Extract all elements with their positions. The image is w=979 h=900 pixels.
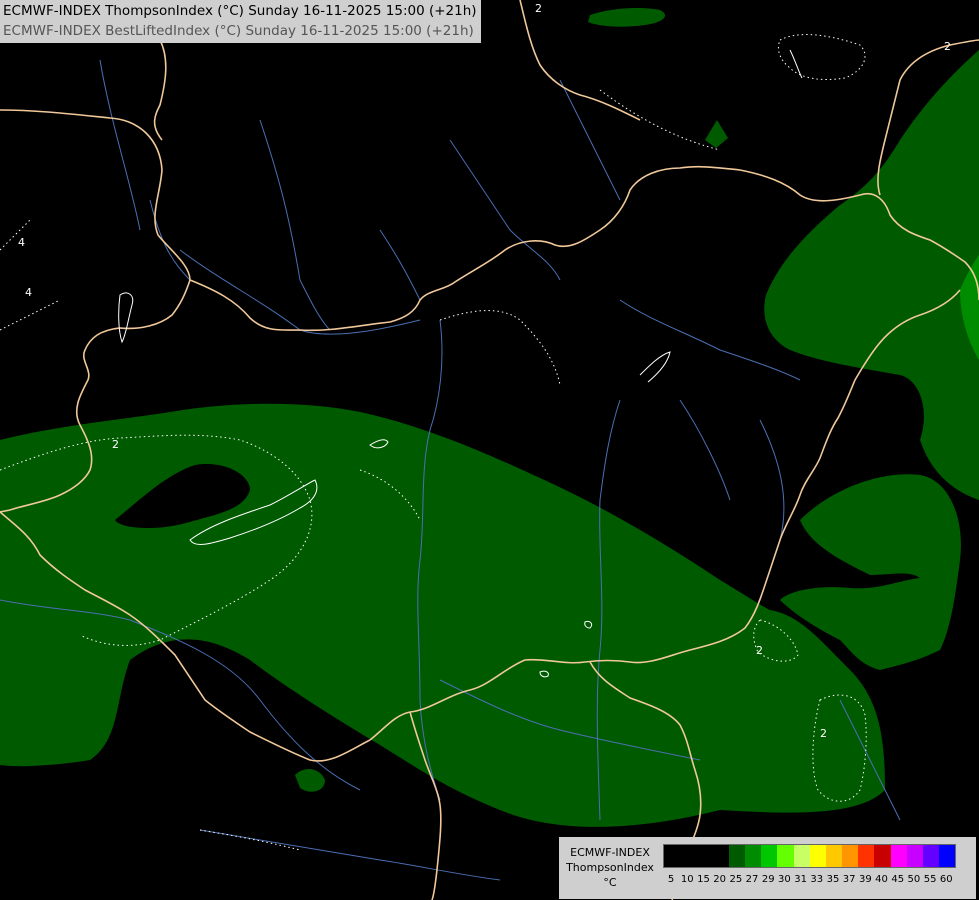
legend-tick: 15 xyxy=(697,874,710,885)
map-header: ECMWF-INDEX ThompsonIndex (°C) Sunday 16… xyxy=(0,0,481,43)
legend-swatch xyxy=(712,845,729,867)
legend-tick: 25 xyxy=(729,874,743,885)
legend-tick: 29 xyxy=(761,874,775,885)
legend-swatch xyxy=(777,845,794,867)
legend-swatch xyxy=(939,845,956,867)
legend-tick: 60 xyxy=(939,874,953,885)
legend-tick: 55 xyxy=(923,874,937,885)
legend-tick: 45 xyxy=(891,874,905,885)
legend-swatch xyxy=(696,845,713,867)
legend-swatch xyxy=(923,845,940,867)
legend-title: ECMWF-INDEX ThompsonIndex °C xyxy=(562,845,658,890)
legend-tick: 10 xyxy=(680,874,694,885)
legend-title-source: ECMWF-INDEX xyxy=(570,846,650,859)
legend-tick: 50 xyxy=(907,874,921,885)
header-title-thompson: ECMWF-INDEX ThompsonIndex (°C) Sunday 16… xyxy=(3,3,477,19)
legend-tick: 5 xyxy=(667,874,675,885)
legend-tick: 39 xyxy=(858,874,872,885)
legend-tick: 40 xyxy=(875,874,888,885)
legend-tick: 27 xyxy=(745,874,759,885)
legend-swatch xyxy=(890,845,907,867)
legend-swatch xyxy=(680,845,697,867)
legend-tick: 30 xyxy=(778,874,791,885)
legend-swatch xyxy=(906,845,923,867)
legend-swatch xyxy=(761,845,778,867)
contour-label: 4 xyxy=(18,236,25,249)
legend-tick: 37 xyxy=(842,874,856,885)
legend-swatch xyxy=(793,845,810,867)
legend-unit: °C xyxy=(603,876,617,889)
legend-tick: 35 xyxy=(826,874,840,885)
contour-label: 2 xyxy=(756,644,763,657)
legend-swatch xyxy=(858,845,875,867)
legend-swatch xyxy=(728,845,745,867)
weather-map: 2 2 2 2 4 4 2 xyxy=(0,0,979,900)
color-legend: ECMWF-INDEX ThompsonIndex °C 5 10 15 20 25 27… xyxy=(559,837,976,899)
legend-tick: 33 xyxy=(810,874,824,885)
legend-tick: 31 xyxy=(794,874,807,885)
legend-color-bar xyxy=(663,844,957,868)
legend-swatch xyxy=(744,845,762,867)
contour-label: 2 xyxy=(820,727,827,740)
legend-swatch xyxy=(825,845,843,867)
legend-tick-labels: 5 10 15 20 25 27 29 30 31 33 35 37 39 40 45 50 55 60 xyxy=(663,874,954,885)
legend-swatch xyxy=(842,845,859,867)
legend-title-index: ThompsonIndex xyxy=(566,861,654,874)
legend-tick: 20 xyxy=(713,874,727,885)
contour-label: 2 xyxy=(535,2,542,15)
contour-label: 2 xyxy=(112,438,119,451)
contour-label: 4 xyxy=(25,286,32,299)
legend-swatch xyxy=(664,845,681,867)
legend-swatch xyxy=(809,845,826,867)
legend-swatch xyxy=(874,845,891,867)
contour-label: 2 xyxy=(944,40,951,53)
header-title-lifted: ECMWF-INDEX BestLiftedIndex (°C) Sunday … xyxy=(3,23,474,39)
